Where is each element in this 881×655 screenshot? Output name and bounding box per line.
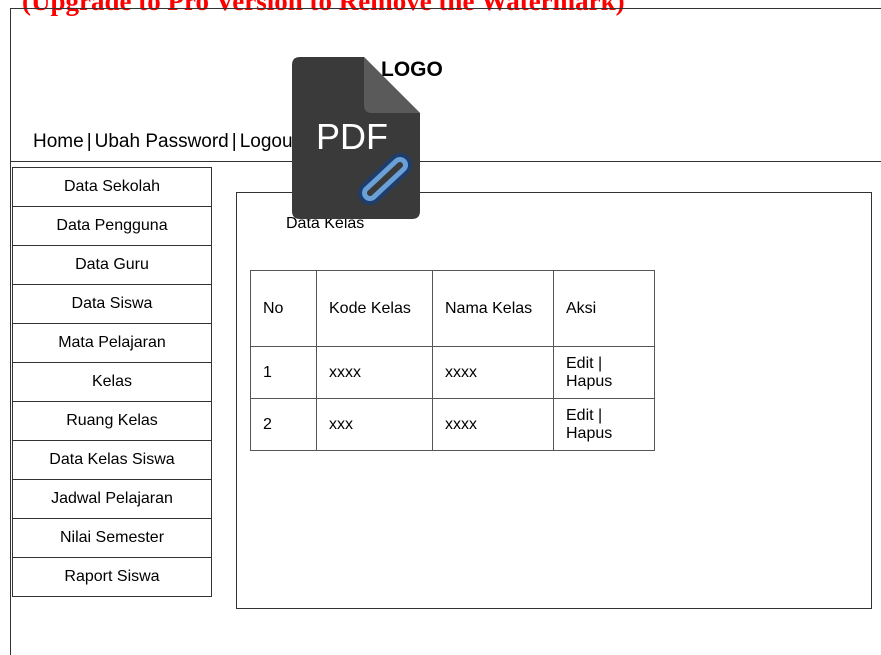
nav-separator: |: [231, 131, 237, 152]
cell-nama-kelas: xxxx: [432, 398, 554, 451]
table-header-row: No Kode Kelas Nama Kelas Aksi: [250, 270, 655, 347]
sidebar-item-kelas[interactable]: Kelas: [12, 363, 212, 402]
pdf-file-fold: [364, 57, 420, 113]
edit-link[interactable]: Edit |: [566, 355, 602, 372]
sidebar-item-data-siswa[interactable]: Data Siswa: [12, 285, 212, 324]
pdf-link-icon: PDF: [292, 57, 420, 219]
cell-no: 2: [250, 398, 317, 451]
hapus-link[interactable]: Hapus: [566, 373, 612, 390]
nav-logout-link[interactable]: Logout: [240, 131, 298, 153]
cell-aksi: Edit | Hapus: [553, 398, 655, 451]
nav-separator: |: [86, 131, 92, 152]
column-header-no: No: [250, 270, 317, 347]
nav-home-link[interactable]: Home: [33, 131, 84, 153]
sidebar-item-raport-siswa[interactable]: Raport Siswa: [12, 558, 212, 597]
sidebar-menu: Data Sekolah Data Pengguna Data Guru Dat…: [12, 167, 212, 597]
sidebar-item-data-guru[interactable]: Data Guru: [12, 246, 212, 285]
cell-kode-kelas: xxx: [316, 398, 433, 451]
cell-kode-kelas: xxxx: [316, 346, 433, 399]
edit-link[interactable]: Edit |: [566, 407, 602, 424]
sidebar-item-data-sekolah[interactable]: Data Sekolah: [12, 167, 212, 207]
sidebar-item-ruang-kelas[interactable]: Ruang Kelas: [12, 402, 212, 441]
page-left-border: [10, 162, 11, 655]
nav-ubah-password-link[interactable]: Ubah Password: [95, 131, 229, 153]
cell-no: 1: [250, 346, 317, 399]
sidebar-item-data-kelas-siswa[interactable]: Data Kelas Siswa: [12, 441, 212, 480]
hapus-link[interactable]: Hapus: [566, 425, 612, 442]
cell-aksi: Edit | Hapus: [553, 346, 655, 399]
sidebar-item-nilai-semester[interactable]: Nilai Semester: [12, 519, 212, 558]
column-header-nama-kelas: Nama Kelas: [432, 270, 554, 347]
sidebar-item-jadwal-pelajaran[interactable]: Jadwal Pelajaran: [12, 480, 212, 519]
kelas-table: No Kode Kelas Nama Kelas Aksi 1 xxxx xxx…: [250, 270, 655, 451]
column-header-kode-kelas: Kode Kelas: [316, 270, 433, 347]
cell-nama-kelas: xxxx: [432, 346, 554, 399]
top-navigation: Home | Ubah Password | Logout: [33, 131, 298, 153]
table-row: 1 xxxx xxxx Edit | Hapus: [250, 346, 655, 399]
pdf-icon-label: PDF: [316, 116, 388, 157]
sidebar-item-data-pengguna[interactable]: Data Pengguna: [12, 207, 212, 246]
table-row: 2 xxx xxxx Edit | Hapus: [250, 398, 655, 451]
column-header-aksi: Aksi: [553, 270, 655, 347]
sidebar-item-mata-pelajaran[interactable]: Mata Pelajaran: [12, 324, 212, 363]
